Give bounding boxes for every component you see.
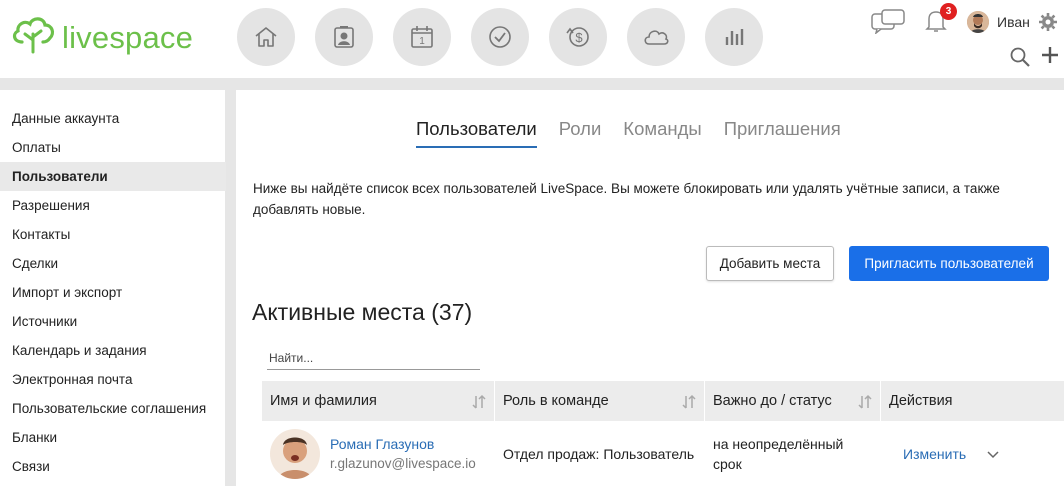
actions-cell: Изменить	[881, 421, 1064, 486]
sidebar-item-contacts[interactable]: Контакты	[0, 220, 226, 249]
gear-icon	[1039, 13, 1057, 31]
sidebar-item-email[interactable]: Электронная почта	[0, 365, 226, 394]
deals-dollar-icon: $	[566, 27, 589, 47]
users-table-header: Имя и фамилия Роль в команде Важно до / …	[262, 381, 1064, 421]
logo-text: livespace	[62, 20, 194, 55]
plus-icon	[1042, 47, 1058, 63]
nav-contacts-button[interactable]	[315, 8, 373, 66]
nav-reports-button[interactable]	[705, 8, 763, 66]
settings-button[interactable]	[1038, 12, 1058, 37]
settings-sidebar: Данные аккаунта Оплаты Пользователи Разр…	[0, 90, 226, 486]
add-button[interactable]	[1040, 45, 1060, 68]
sort-icon[interactable]	[858, 394, 872, 410]
top-header: livespace 1 $ 3 Иван	[0, 0, 1064, 78]
chevron-down-icon[interactable]	[986, 449, 1000, 459]
column-name-label: Имя и фамилия	[270, 393, 377, 409]
column-actions-label: Действия	[889, 393, 953, 409]
logo[interactable]: livespace	[10, 12, 193, 56]
add-seats-button[interactable]: Добавить места	[706, 246, 834, 281]
sidebar-item-user-agreements[interactable]: Пользовательские соглашения	[0, 394, 226, 423]
cloud-tree-logo-icon	[12, 17, 55, 54]
svg-text:$: $	[575, 30, 583, 45]
sort-icon[interactable]	[472, 394, 486, 410]
notification-count-badge: 3	[940, 3, 957, 20]
user-photo-icon	[967, 11, 989, 33]
search-icon	[1010, 47, 1030, 67]
cloud-icon	[644, 30, 669, 45]
table-row: Роман Глазунов r.glazunov@livespace.io О…	[262, 421, 1064, 486]
page-description: Ниже вы найдёте список всех пользователе…	[253, 181, 1000, 217]
sidebar-item-forms[interactable]: Бланки	[0, 423, 226, 452]
sidebar-item-deals[interactable]: Сделки	[0, 249, 226, 278]
column-role-label: Роль в команде	[503, 393, 609, 409]
chat-bubbles-icon	[871, 9, 905, 35]
calendar-icon: 1	[411, 26, 433, 48]
role-cell: Отдел продаж: Пользователь	[503, 445, 695, 462]
user-photo	[270, 428, 320, 479]
nav-cloud-button[interactable]	[627, 8, 685, 66]
nav-deals-button[interactable]: $	[549, 8, 607, 66]
edit-user-link[interactable]: Изменить	[903, 446, 966, 462]
chat-button[interactable]	[870, 8, 906, 39]
user-email: r.glazunov@livespace.io	[330, 456, 476, 471]
avatar-icon	[270, 428, 320, 479]
user-name[interactable]: Иван	[997, 14, 1030, 30]
invite-users-button[interactable]: Пригласить пользователей	[849, 246, 1049, 281]
svg-text:1: 1	[419, 36, 425, 47]
sidebar-divider	[226, 90, 236, 486]
header-divider	[0, 78, 1064, 90]
sidebar-item-permissions[interactable]: Разрешения	[0, 191, 226, 220]
column-header-role[interactable]: Роль в команде	[495, 381, 705, 421]
sidebar-item-import-export[interactable]: Импорт и экспорт	[0, 278, 226, 307]
sidebar-item-calendar-tasks[interactable]: Календарь и задания	[0, 336, 226, 365]
nav-calendar-button[interactable]: 1	[393, 8, 451, 66]
user-name-link[interactable]: Роман Глазунов	[330, 436, 476, 452]
tab-users[interactable]: Пользователи	[416, 118, 537, 148]
check-circle-icon	[489, 26, 511, 48]
sidebar-item-payments[interactable]: Оплаты	[0, 133, 226, 162]
sidebar-item-users[interactable]: Пользователи	[0, 162, 226, 191]
user-info: Роман Глазунов r.glazunov@livespace.io	[330, 436, 476, 471]
column-status-label: Важно до / статус	[713, 393, 832, 409]
user-avatar[interactable]	[967, 11, 989, 33]
tab-roles[interactable]: Роли	[559, 118, 602, 148]
sidebar-item-account-data[interactable]: Данные аккаунта	[0, 104, 226, 133]
bar-chart-icon	[725, 29, 744, 45]
main-content: Пользователи Роли Команды Приглашения Ни…	[237, 90, 1064, 486]
sort-icon[interactable]	[682, 394, 696, 410]
global-search-button[interactable]	[1009, 46, 1031, 73]
sidebar-item-relations[interactable]: Связи	[0, 452, 226, 481]
user-cell: Роман Глазунов r.glazunov@livespace.io	[262, 421, 495, 486]
home-icon	[255, 27, 277, 47]
nav-home-button[interactable]	[237, 8, 295, 66]
contacts-icon	[334, 26, 354, 48]
nav-tasks-button[interactable]	[471, 8, 529, 66]
tab-teams[interactable]: Команды	[623, 118, 701, 148]
column-header-name[interactable]: Имя и фамилия	[262, 381, 495, 421]
active-seats-title: Активные места (37)	[252, 299, 473, 325]
users-tabs: Пользователи Роли Команды Приглашения	[416, 118, 863, 148]
sidebar-item-sources[interactable]: Источники	[0, 307, 226, 336]
status-cell: на неопределённый срок	[713, 435, 844, 472]
column-header-status[interactable]: Важно до / статус	[705, 381, 881, 421]
column-header-actions: Действия	[881, 381, 1064, 421]
tab-invitations[interactable]: Приглашения	[724, 118, 841, 148]
user-search-input[interactable]	[267, 346, 480, 370]
